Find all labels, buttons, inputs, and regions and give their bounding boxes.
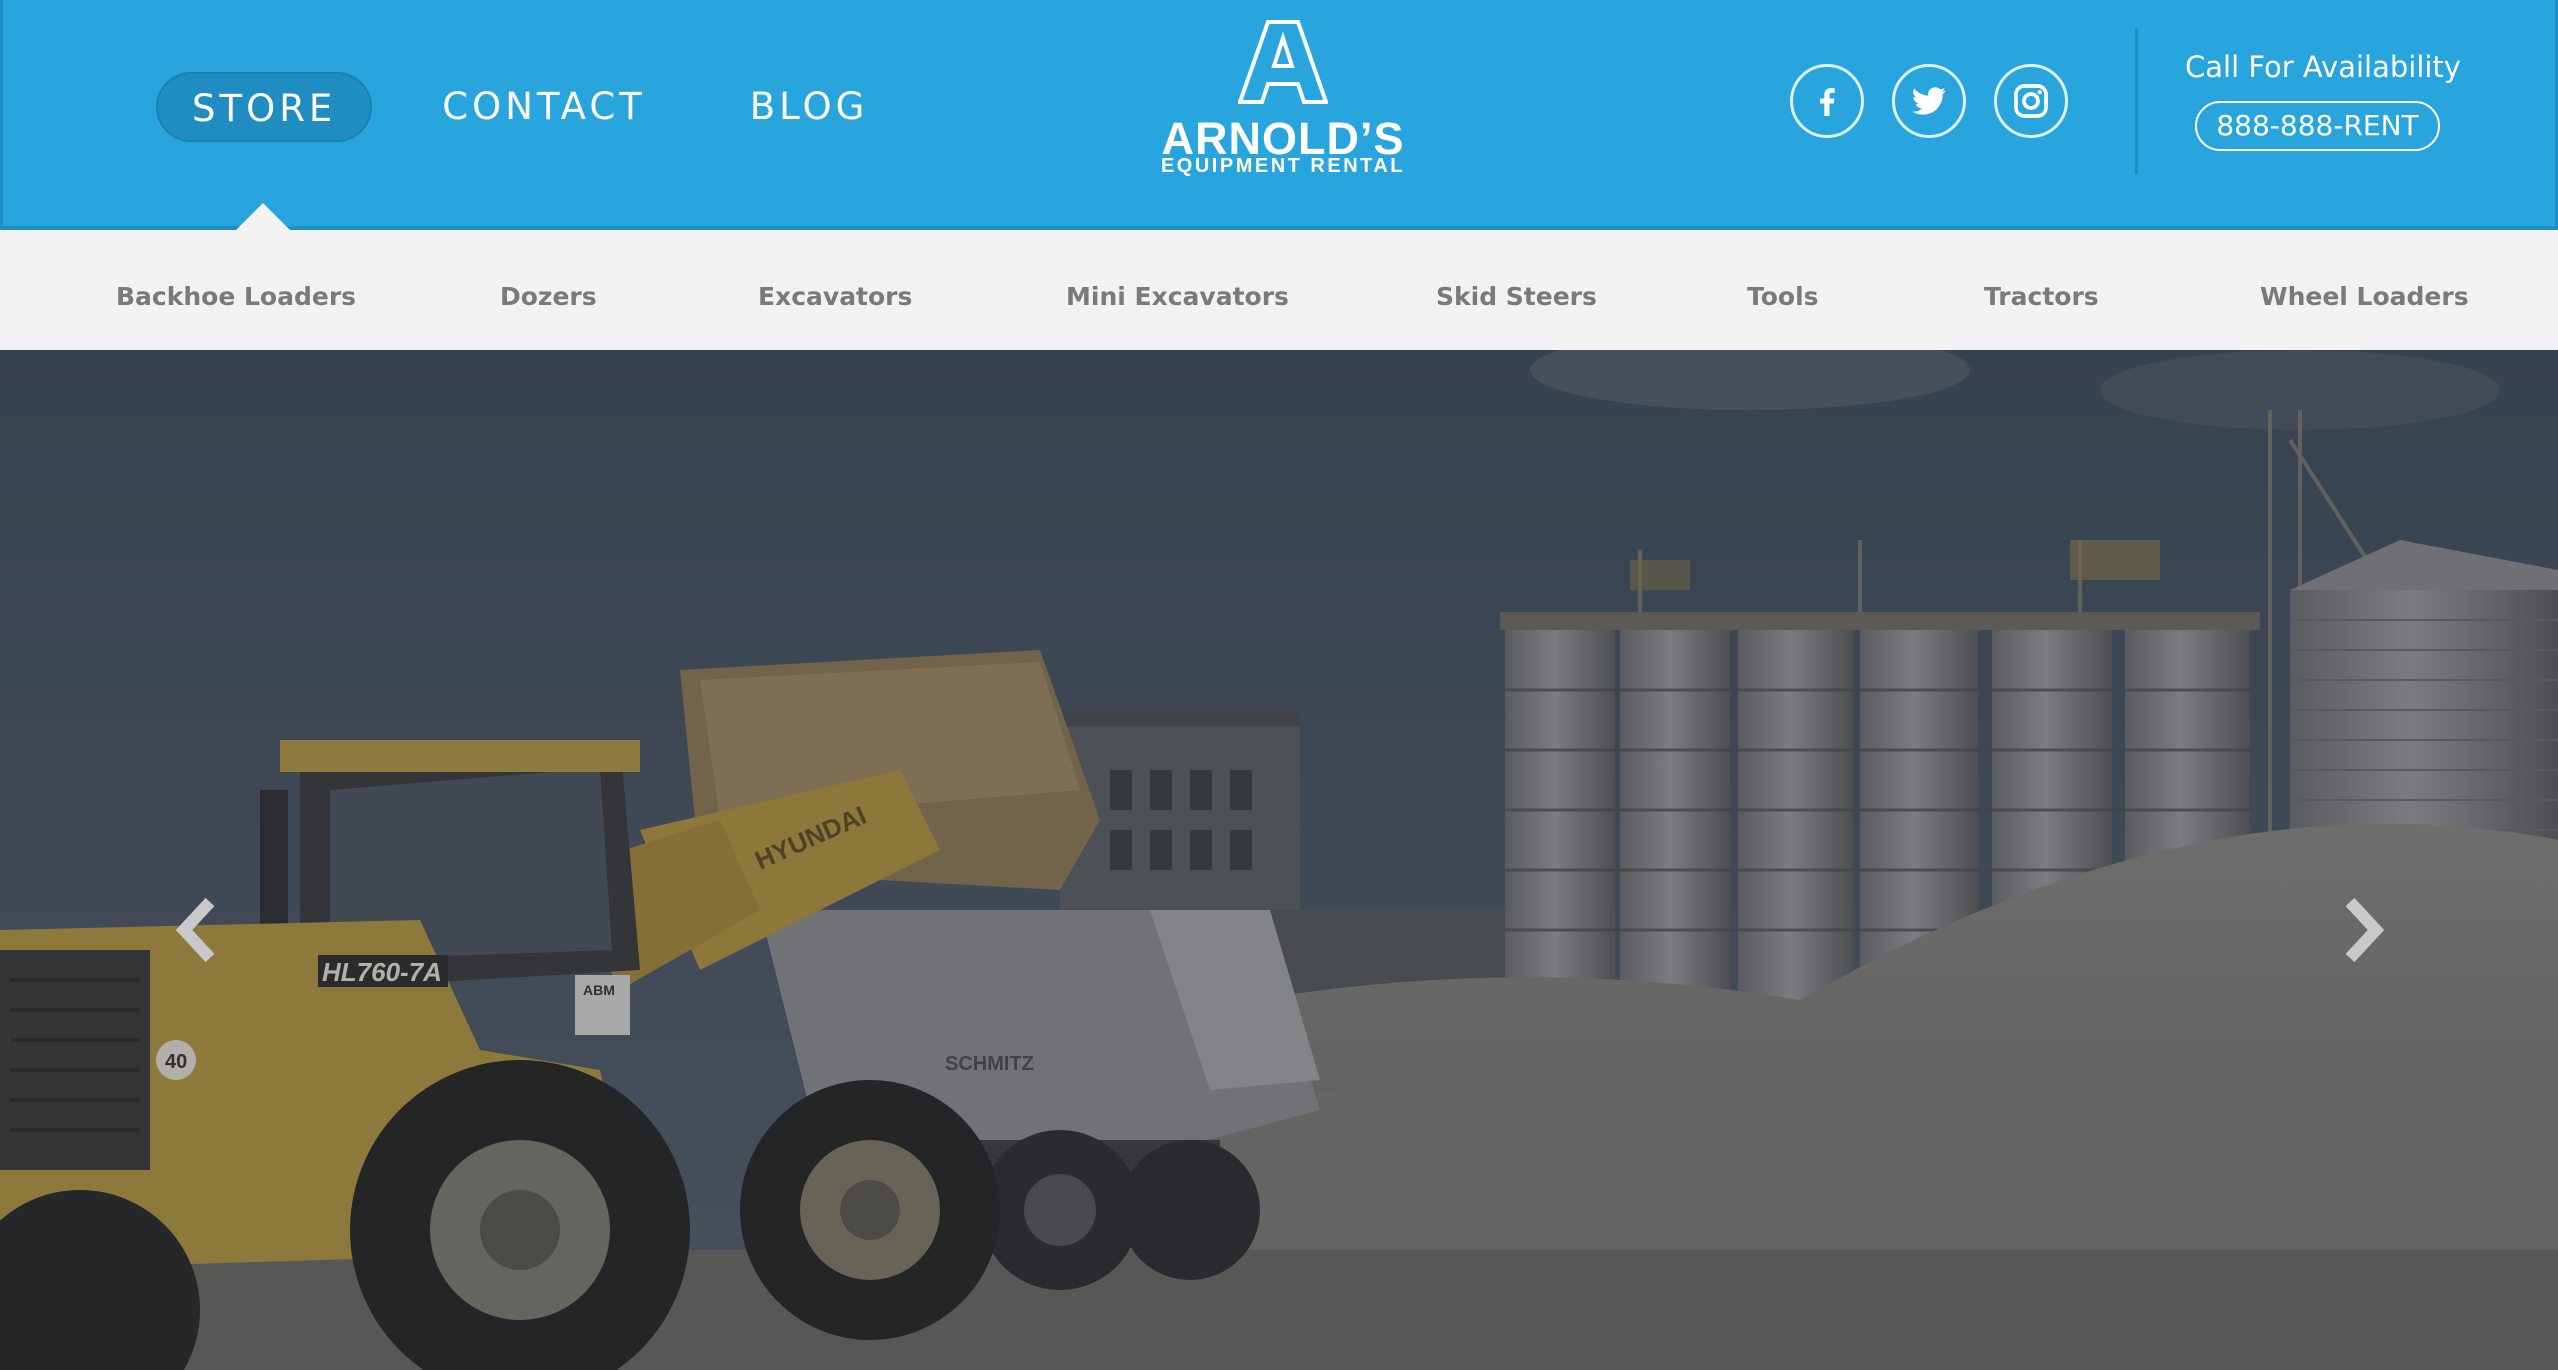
call-for-availability-label: Call For Availability bbox=[2185, 50, 2461, 84]
site-header: STORE CONTACT BLOG ARNOLD’S EQUIPMENT RE… bbox=[0, 0, 2558, 230]
category-tools[interactable]: Tools bbox=[1747, 230, 1819, 350]
facebook-icon bbox=[1820, 88, 1835, 116]
nav-store[interactable]: STORE bbox=[156, 72, 373, 142]
chevron-left-icon bbox=[175, 897, 215, 963]
social-links bbox=[1790, 64, 2096, 138]
header-divider bbox=[2135, 28, 2138, 174]
carousel-prev-button[interactable] bbox=[168, 890, 228, 970]
phone-button[interactable]: 888-888-RENT bbox=[2195, 101, 2440, 151]
hero-overlay bbox=[0, 350, 2558, 1370]
category-wheel-loaders[interactable]: Wheel Loaders bbox=[2260, 230, 2469, 350]
nav-blog[interactable]: BLOG bbox=[716, 72, 902, 142]
hero-carousel: SCHMITZ HL760-7A HYUNDAI ABM 40 bbox=[0, 350, 2558, 1370]
category-bar: Backhoe Loaders Dozers Excavators Mini E… bbox=[0, 230, 2558, 350]
category-dozers[interactable]: Dozers bbox=[500, 230, 597, 350]
category-excavators[interactable]: Excavators bbox=[758, 230, 912, 350]
category-tractors[interactable]: Tractors bbox=[1984, 230, 2099, 350]
logo[interactable]: ARNOLD’S EQUIPMENT RENTAL bbox=[1153, 20, 1413, 180]
active-nav-caret bbox=[236, 203, 290, 230]
twitter-link[interactable] bbox=[1892, 64, 1966, 138]
carousel-next-button[interactable] bbox=[2332, 890, 2392, 970]
instagram-icon bbox=[2014, 84, 2048, 118]
facebook-link[interactable] bbox=[1790, 64, 1864, 138]
twitter-icon bbox=[1912, 87, 1946, 115]
logo-tagline: EQUIPMENT RENTAL bbox=[1160, 155, 1406, 177]
category-backhoe-loaders[interactable]: Backhoe Loaders bbox=[116, 230, 356, 350]
main-nav: STORE CONTACT BLOG bbox=[156, 72, 938, 142]
logo-letter-icon bbox=[1238, 20, 1328, 104]
chevron-right-icon bbox=[2345, 897, 2385, 963]
category-skid-steers[interactable]: Skid Steers bbox=[1436, 230, 1597, 350]
nav-contact[interactable]: CONTACT bbox=[408, 72, 679, 142]
instagram-link[interactable] bbox=[1994, 64, 2068, 138]
category-mini-excavators[interactable]: Mini Excavators bbox=[1066, 230, 1289, 350]
